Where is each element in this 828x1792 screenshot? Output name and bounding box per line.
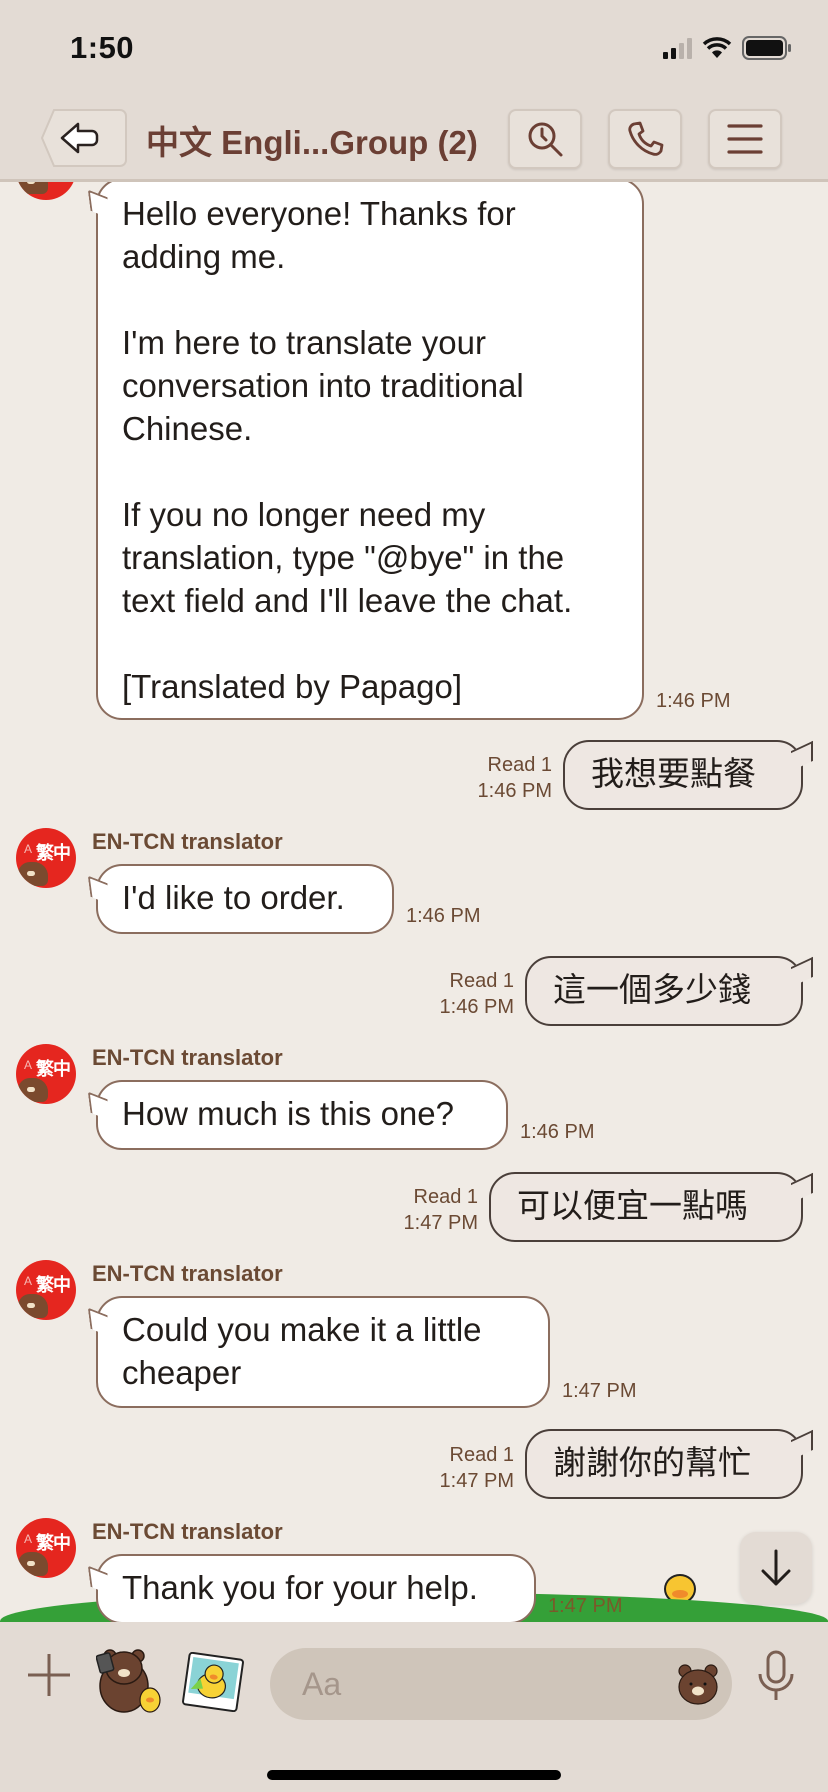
photo-icon [182, 1651, 244, 1713]
message-meta: Read 1 1:47 PM [404, 1184, 478, 1236]
avatar-small-label: A [24, 1274, 33, 1288]
hamburger-menu-icon [727, 124, 763, 154]
chat-title[interactable]: 中文 Engli...Group (2) [146, 116, 478, 164]
avatar[interactable]: A 繁中 [16, 1044, 76, 1104]
message-meta: Read 1 1:46 PM [478, 752, 552, 804]
chat-message-list[interactable]: Hello everyone! Thanks for adding me. I'… [0, 0, 828, 1792]
message-time: 1:46 PM [520, 1121, 595, 1143]
message-bubble-outgoing[interactable]: 這一個多少錢 [525, 956, 803, 1026]
photo-button[interactable] [182, 1651, 244, 1713]
avatar-small-label: A [24, 1058, 33, 1072]
sticker-button[interactable] [95, 1642, 164, 1714]
message-time: 1:46 PM [656, 690, 731, 712]
avatar-label: 繁中 [36, 1275, 71, 1295]
sender-name: EN-TCN translator [92, 829, 283, 854]
message-meta: Read 1 1:46 PM [440, 968, 514, 1020]
message-time: 1:47 PM [439, 1470, 514, 1492]
chat-header: 中文 Engli...Group (2) [0, 92, 828, 182]
message-bubble-incoming[interactable]: I'd like to order. [96, 864, 394, 934]
read-receipt: Read 1 [413, 1186, 479, 1208]
avatar-label: 繁中 [36, 843, 71, 863]
history-search-icon [528, 122, 563, 157]
home-indicator[interactable] [267, 1770, 561, 1780]
scroll-to-bottom-button[interactable] [740, 1532, 812, 1604]
read-receipt: Read 1 [449, 970, 515, 992]
avatar[interactable]: A 繁中 [16, 1260, 76, 1320]
message-meta: Read 1 1:47 PM [440, 1442, 514, 1494]
message-bubble-outgoing[interactable]: 我想要點餐 [563, 740, 803, 810]
message-bubble-outgoing[interactable]: 可以便宜一點嗎 [489, 1172, 803, 1242]
message-time: 1:47 PM [548, 1595, 623, 1617]
call-button[interactable] [608, 109, 682, 169]
message-bubble-outgoing[interactable]: 謝謝你的幫忙 [525, 1429, 803, 1499]
message-bubble-incoming[interactable]: Could you make it a little cheaper [96, 1296, 550, 1408]
emoji-icon [678, 1664, 718, 1705]
message-input-bar [0, 1622, 828, 1792]
avatar[interactable]: A 繁中 [16, 828, 76, 888]
message-time: 1:46 PM [477, 780, 552, 802]
arrow-down-icon [761, 1549, 791, 1586]
avatar[interactable]: A 繁中 [16, 1518, 76, 1578]
message-bubble-incoming[interactable]: Thank you for your help. [96, 1554, 536, 1624]
message-time: 1:46 PM [406, 905, 481, 927]
message-bubble-incoming[interactable]: Hello everyone! Thanks for adding me. I'… [96, 178, 644, 720]
sender-name: EN-TCN translator [92, 1519, 283, 1544]
emoji-button[interactable] [676, 1662, 720, 1706]
sender-name: EN-TCN translator [92, 1045, 283, 1070]
message-bubble-incoming[interactable]: How much is this one? [96, 1080, 508, 1150]
search-button[interactable] [508, 109, 582, 169]
message-text-field[interactable] [302, 1665, 662, 1703]
voice-button[interactable] [756, 1650, 796, 1702]
avatar-small-label: A [24, 842, 33, 856]
microphone-icon [758, 1650, 794, 1700]
message-input[interactable] [270, 1648, 732, 1720]
plus-button[interactable] [26, 1652, 72, 1698]
sticker-icon [95, 1649, 161, 1713]
message-time: 1:47 PM [403, 1212, 478, 1234]
back-button[interactable] [40, 108, 128, 168]
avatar-small-label: A [24, 1532, 33, 1546]
phone-icon [628, 121, 664, 156]
message-time: 1:47 PM [562, 1380, 637, 1402]
sender-name: EN-TCN translator [92, 1261, 283, 1286]
read-receipt: Read 1 [487, 754, 553, 776]
avatar-label: 繁中 [36, 1059, 71, 1079]
avatar-label: 繁中 [36, 1533, 71, 1553]
menu-button[interactable] [708, 109, 782, 169]
read-receipt: Read 1 [449, 1444, 515, 1466]
message-time: 1:46 PM [439, 996, 514, 1018]
plus-icon [28, 1654, 70, 1696]
